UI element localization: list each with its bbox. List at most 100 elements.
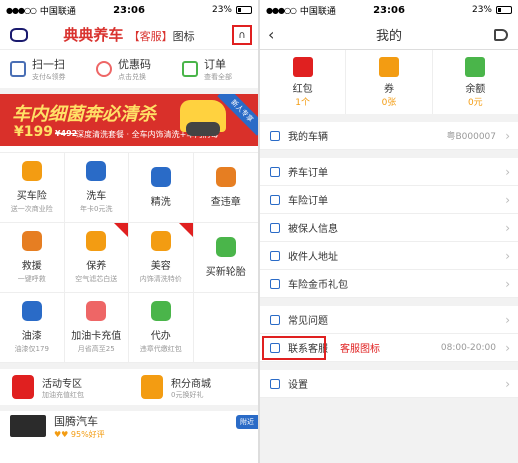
- service-label: 油漆: [21, 331, 42, 342]
- page-title: 典典养车 【客服】图标: [0, 24, 258, 45]
- service-grid-item[interactable]: 查违章: [193, 153, 258, 223]
- service-icon: [150, 167, 171, 187]
- chevron-right-icon: ›: [505, 192, 510, 207]
- coupon-icon: [96, 61, 112, 77]
- scan-button[interactable]: 扫一扫支付&领券: [0, 50, 86, 88]
- coupon-sub: 点击兑换: [118, 73, 146, 81]
- wallet-stat[interactable]: 券 0张: [346, 50, 433, 114]
- chevron-right-icon: ›: [505, 128, 510, 143]
- stat-label: 券: [383, 83, 394, 95]
- nearby-tag[interactable]: 附近: [236, 415, 258, 429]
- service-grid-item[interactable]: 精洗: [129, 153, 194, 223]
- menu-row[interactable]: 联系客服 08:00-20:00 › 客服图标: [260, 334, 518, 362]
- section-gap: [260, 362, 518, 370]
- orders-label: 订单: [204, 58, 226, 71]
- back-icon[interactable]: ‹: [268, 25, 274, 44]
- service-sub: 内饰清洗特价: [139, 275, 182, 283]
- wallet-stats: 红包 1个 券 0张 余额 0元: [260, 50, 518, 114]
- service-label: 代办: [150, 331, 171, 342]
- banner-price: ¥199 ¥492: [14, 124, 77, 140]
- menu-row[interactable]: 我的车辆 粤B000007 ›: [260, 122, 518, 150]
- chevron-right-icon: ›: [505, 376, 510, 391]
- wallet-stat[interactable]: 余额 0元: [433, 50, 518, 114]
- menu-icon: [270, 314, 280, 325]
- menu-row[interactable]: 常见问题 ›: [260, 306, 518, 334]
- fuel-pump-icon: [12, 375, 34, 399]
- app-header: 典典养车 【客服】图标 ∩: [0, 20, 258, 50]
- stat-value: 1个: [295, 97, 311, 108]
- battery-percent: 23%: [471, 5, 492, 15]
- menu-row[interactable]: 设置 ›: [260, 370, 518, 398]
- section-gap: [260, 298, 518, 306]
- profile-screen: ●●●○○ 中国联通 23:06 23% ‹ 我的 红包 1个 券 0张 余额 0元 我的车…: [260, 0, 518, 463]
- service-grid-item[interactable]: 油漆 油漆仅179: [0, 293, 65, 363]
- menu-row[interactable]: 车险订单 ›: [260, 186, 518, 214]
- scan-icon: [10, 61, 26, 77]
- menu-row[interactable]: 被保人信息 ›: [260, 214, 518, 242]
- menu-row[interactable]: 收件人地址 ›: [260, 242, 518, 270]
- orders-button[interactable]: 订单 查看全部: [172, 50, 258, 88]
- service-grid-item[interactable]: 洗车 年卡0元洗: [64, 153, 129, 223]
- profile-header: ‹ 我的: [260, 20, 518, 50]
- orders-sub: 查看全部: [204, 73, 232, 81]
- menu-icon: [270, 130, 280, 141]
- service-sub: 一键呼救: [17, 275, 46, 283]
- activity-zone-button[interactable]: 活动专区 加油充值红包: [0, 369, 129, 405]
- service-label: 美容: [150, 261, 171, 272]
- menu-icon: [270, 250, 280, 261]
- promo-banner[interactable]: 车内细菌奔必清杀 ¥199 ¥492 深度清洗套餐 · 全车内饰清洗+车内消毒 新…: [0, 94, 258, 146]
- battery-percent: 23%: [211, 5, 232, 15]
- service-icon: [86, 301, 107, 321]
- service-grid-item[interactable]: 救援 一键呼救: [0, 223, 65, 293]
- coupon-code-button[interactable]: 优惠码 点击兑换: [86, 50, 172, 88]
- points-mall-button[interactable]: 积分商城 0元换好礼: [129, 369, 258, 405]
- service-icon: [215, 237, 236, 257]
- shortcut-bar: 扫一扫支付&领券 优惠码 点击兑换 订单查看全部: [0, 50, 258, 94]
- stat-label: 余额: [465, 83, 486, 95]
- service-icon: [21, 161, 42, 181]
- hot-tag: [178, 223, 193, 237]
- headset-icon: ∩: [238, 29, 246, 41]
- stat-value: 0元: [467, 97, 483, 108]
- activity-label: 活动专区: [42, 378, 82, 390]
- menu-icon: [270, 194, 280, 205]
- menu-label: 收件人地址: [288, 252, 338, 263]
- menu-row[interactable]: 养车订单 ›: [260, 158, 518, 186]
- menu-value: 粤B000007: [446, 132, 496, 142]
- menu-label: 车险金币礼包: [288, 280, 348, 291]
- service-label: 救援: [21, 261, 42, 272]
- service-sub: 月省高至25: [77, 345, 115, 353]
- shop-thumbnail: [10, 415, 46, 437]
- shop-name: 国腾汽车: [54, 414, 98, 428]
- scan-label: 扫一扫: [32, 58, 65, 71]
- service-grid-item[interactable]: 代办 违章代缴红包: [129, 293, 194, 363]
- service-icon: [21, 231, 42, 251]
- menu-icon: [270, 222, 280, 233]
- annotation-label: 客服图标: [340, 344, 380, 355]
- service-grid-item[interactable]: 买车险 送一次商业险: [0, 153, 65, 223]
- wallet-icon: [465, 56, 486, 77]
- service-grid-item[interactable]: 美容 内饰清洗特价: [129, 223, 194, 293]
- service-label: 加油卡充值: [71, 331, 122, 342]
- service-grid-item[interactable]: 保养 空气滤芯白送: [64, 223, 129, 293]
- banner-slogan: 车内细菌奔必清杀: [12, 104, 156, 125]
- customer-service-button[interactable]: ∩: [232, 25, 252, 45]
- service-grid-item[interactable]: 加油卡充值月省高至25: [64, 293, 129, 363]
- wallet-icon: [378, 56, 399, 77]
- service-icon: [215, 167, 236, 187]
- scan-sub: 支付&领券: [32, 73, 66, 81]
- chevron-right-icon: ›: [505, 164, 510, 179]
- carrier-label: 中国联通: [299, 6, 336, 17]
- service-grid-item[interactable]: 买新轮胎: [193, 223, 258, 293]
- service-label: 保养: [86, 261, 107, 272]
- wallet-stat[interactable]: 红包 1个: [260, 50, 347, 114]
- points-label: 积分商城: [171, 378, 211, 390]
- service-sub: 空气滤芯白送: [75, 275, 118, 283]
- service-label: 买新轮胎: [205, 267, 246, 278]
- shop-list-item[interactable]: 国腾汽车 ♥♥ 95%好评 附近: [0, 411, 258, 441]
- car-illustration-icon: [180, 100, 226, 136]
- menu-row[interactable]: 车险金币礼包 ›: [260, 270, 518, 298]
- order-icon: [182, 61, 198, 77]
- announcement-icon[interactable]: [494, 29, 508, 41]
- menu-label: 我的车辆: [288, 132, 328, 143]
